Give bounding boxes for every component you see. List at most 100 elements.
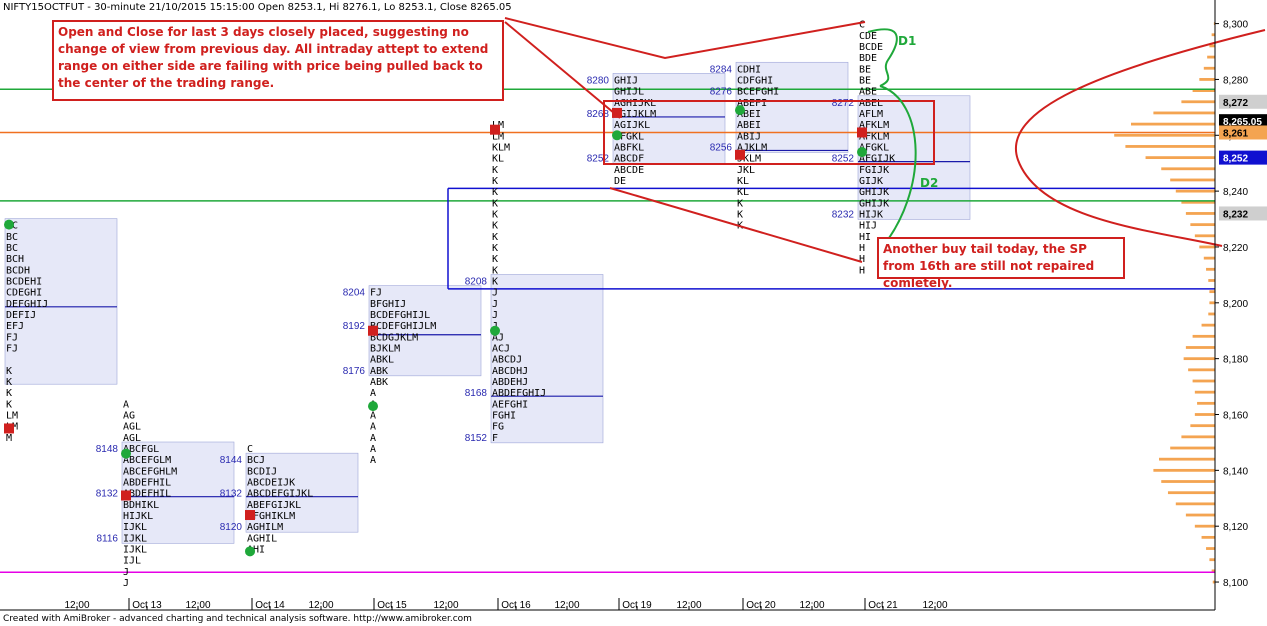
- volume-profile-bar: [1206, 267, 1215, 271]
- y-tick-label: 8,100: [1223, 578, 1248, 589]
- tpo-row: A: [370, 411, 376, 422]
- tpo-row: ABDEHJ: [492, 377, 528, 388]
- y-tick-label: 8,240: [1223, 187, 1248, 198]
- datetime: 21/10/2015 15:15:00: [148, 2, 255, 13]
- tpo-row: DEFGHIJ: [6, 299, 48, 310]
- tpo-row: ABIJ: [737, 131, 761, 142]
- tpo-row: AGIJKL: [614, 120, 650, 131]
- tpo-row: K: [492, 165, 498, 176]
- va-price-label: 8280: [587, 75, 610, 86]
- tpo-row: K: [6, 377, 12, 388]
- tpo-row: ABFKL: [614, 142, 644, 153]
- tpo-row: GHIJL: [614, 87, 644, 98]
- tpo-row: H: [859, 265, 865, 276]
- volume-profile-bar: [1125, 145, 1215, 148]
- tpo-row: K: [492, 243, 498, 254]
- x-tick-label: Oct 16: [501, 600, 531, 611]
- x-tick-label: 12:00: [433, 600, 458, 611]
- x-tick-label: 12:00: [922, 600, 947, 611]
- x-tick-label: 12:00: [554, 600, 579, 611]
- volume-profile-bar: [1145, 156, 1215, 160]
- va-price-label: 8252: [832, 154, 855, 165]
- volume-profile-bar: [1170, 178, 1215, 182]
- tpo-row: ABE: [859, 87, 877, 98]
- close-marker: [490, 124, 500, 135]
- volume-profile-bar: [1185, 346, 1215, 349]
- tpo-row: IJKL: [123, 545, 147, 556]
- volume-profile-bar: [1161, 167, 1215, 171]
- tpo-row: ABCDE: [614, 165, 644, 176]
- tpo-row: M: [6, 433, 12, 444]
- tpo-row: K: [492, 209, 498, 220]
- x-tick-label: 12:00: [676, 600, 701, 611]
- volume-profile-bar: [1194, 234, 1215, 238]
- volume-profile-bar: [1153, 468, 1215, 472]
- ohlc: Open 8253.1, Hi 8276.1, Lo 8253.1, Close…: [257, 2, 512, 13]
- tpo-row: H: [859, 254, 865, 265]
- tpo-row: ABCDEFGIJKL: [247, 489, 313, 500]
- tpo-row: BCDEFGHIJLM: [370, 321, 436, 332]
- va-price-label: 8168: [465, 388, 488, 399]
- tpo-row: FG: [492, 422, 504, 433]
- volume-profile-bar: [1190, 424, 1215, 428]
- tpo-row: ABDEFGHIJ: [492, 388, 546, 399]
- annotation-note-buy-tail: Another buy tail today, the SP from 16th…: [877, 237, 1125, 290]
- y-tick-label: 8,120: [1223, 522, 1248, 533]
- annotation-callout: [504, 17, 866, 60]
- tpo-row: BDE: [859, 53, 877, 64]
- volume-profile-bar: [1153, 111, 1215, 115]
- open-marker: [245, 546, 255, 557]
- volume-profile-bar: [1175, 502, 1215, 506]
- open-marker: [735, 105, 745, 116]
- volume-profile-bar: [1192, 379, 1215, 383]
- tpo-row: K: [737, 209, 743, 220]
- va-price-label: 8192: [343, 321, 366, 332]
- tpo-row: AGHIJKL: [614, 98, 656, 109]
- tpo-row: K: [492, 176, 498, 187]
- tpo-row: BCDIJ: [247, 466, 277, 477]
- price-badge-label: 8,252: [1223, 154, 1248, 165]
- tpo-row: K: [492, 187, 498, 198]
- volume-profile-bar: [1208, 279, 1215, 282]
- tpo-row: ABCEFGHLM: [123, 466, 177, 477]
- chart-header: NIFTY15OCTFUT - 30-minute 21/10/2015 15:…: [3, 2, 512, 13]
- tpo-row: LM: [6, 411, 18, 422]
- tpo-row: GHIJK: [859, 187, 889, 198]
- tpo-row: GHIJ: [614, 75, 638, 86]
- va-price-label: 8144: [220, 455, 243, 466]
- y-tick-label: 8,180: [1223, 355, 1248, 366]
- va-price-label: 8272: [832, 98, 855, 109]
- open-marker: [490, 325, 500, 336]
- y-tick-label: 8,160: [1223, 411, 1248, 422]
- d2-label: D2: [920, 176, 939, 190]
- va-price-label: 8204: [343, 288, 366, 299]
- tpo-row: H: [859, 243, 865, 254]
- tpo-row: ABEI: [737, 120, 761, 131]
- tpo-row: K: [492, 221, 498, 232]
- tpo-row: BCDE: [859, 42, 883, 53]
- tpo-row: CDE: [859, 31, 877, 42]
- tpo-row: C: [247, 444, 253, 455]
- tpo-row: AGHIL: [247, 533, 277, 544]
- y-tick-label: 8,300: [1223, 20, 1248, 31]
- tpo-row: BCEFGHI: [737, 87, 779, 98]
- x-tick-label: Oct 13: [132, 600, 162, 611]
- tpo-row: JKL: [737, 165, 755, 176]
- tpo-row: ABCDF: [614, 154, 644, 165]
- tpo-row: HI: [859, 232, 871, 243]
- open-marker: [612, 130, 622, 141]
- volume-profile-bar: [1181, 435, 1215, 439]
- annotation-note-range: Open and Close for last 3 days closely p…: [52, 20, 504, 101]
- tpo-row: FGHI: [492, 411, 516, 422]
- va-price-label: 8148: [96, 444, 119, 455]
- tpo-row: ABKL: [370, 355, 394, 366]
- tpo-row: K: [492, 232, 498, 243]
- x-tick-label: 12:00: [308, 600, 333, 611]
- tpo-row: ABEFGIJKL: [247, 500, 301, 511]
- tpo-row: BCJ: [247, 455, 265, 466]
- volume-profile-bar: [1203, 256, 1215, 260]
- volume-profile-bar: [1159, 457, 1215, 461]
- volume-profile-bar: [1209, 290, 1215, 294]
- tpo-row: BCDEHI: [6, 276, 42, 287]
- tpo-row: FJ: [370, 288, 382, 299]
